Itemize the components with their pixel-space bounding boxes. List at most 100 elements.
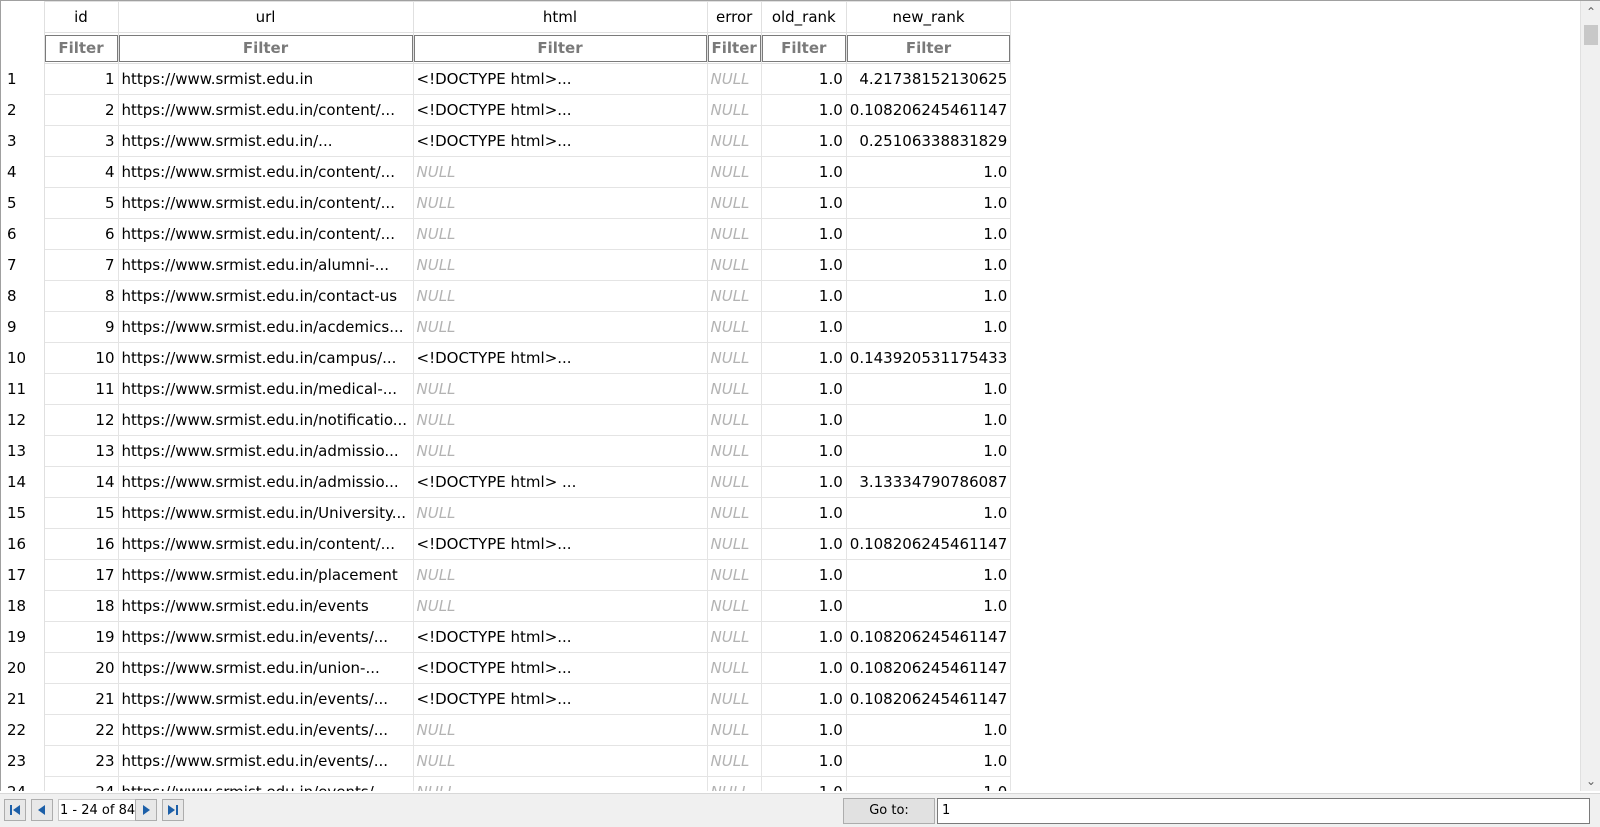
cell-url[interactable]: https://www.srmist.edu.in/acdemics... [117, 311, 414, 343]
row-number[interactable]: 3 [1, 125, 45, 157]
row-number[interactable]: 12 [1, 404, 45, 436]
cell-error[interactable]: NULL [706, 683, 762, 715]
table-row[interactable]: 12 12 https://www.srmist.edu.in/notificati… [1, 404, 1012, 436]
cell-old-rank[interactable]: 1.0 [760, 125, 847, 157]
cell-html[interactable]: <!DOCTYPE html>... [412, 94, 708, 126]
cell-id[interactable]: 13 [43, 435, 119, 467]
row-number[interactable]: 6 [1, 218, 45, 250]
cell-old-rank[interactable]: 1.0 [760, 683, 847, 715]
cell-id[interactable]: 10 [43, 342, 119, 374]
column-header-old-rank[interactable]: old_rank [760, 1, 847, 33]
cell-error[interactable]: NULL [706, 776, 762, 791]
row-number[interactable]: 2 [1, 94, 45, 126]
cell-old-rank[interactable]: 1.0 [760, 590, 847, 622]
cell-url[interactable]: https://www.srmist.edu.in/events/... [117, 714, 414, 746]
cell-html[interactable]: NULL [412, 249, 708, 281]
table-row[interactable]: 21 21 https://www.srmist.edu.in/events/...… [1, 683, 1012, 715]
goto-input[interactable]: 1 [937, 798, 1590, 824]
filter-input-url[interactable]: Filter [119, 34, 412, 62]
cell-new-rank[interactable]: 1.0 [845, 373, 1012, 405]
cell-error[interactable]: NULL [706, 342, 762, 374]
table-row[interactable]: 3 3 https://www.srmist.edu.in/... <!DOCTYPE… [1, 125, 1012, 157]
filter-input-id[interactable]: Filter [45, 34, 117, 62]
data-grid[interactable]: id url html error old_rank new_rank Filter Fil… [0, 0, 1600, 791]
cell-html[interactable]: NULL [412, 156, 708, 188]
cell-url[interactable]: https://www.srmist.edu.in/events/... [117, 621, 414, 653]
vertical-scrollbar[interactable]: ⌃ ⌄ [1580, 1, 1600, 791]
table-row[interactable]: 14 14 https://www.srmist.edu.in/admissio..… [1, 466, 1012, 498]
table-row[interactable]: 4 4 https://www.srmist.edu.in/content/... N… [1, 156, 1012, 188]
cell-url[interactable]: https://www.srmist.edu.in/union-... [117, 652, 414, 684]
cell-url[interactable]: https://www.srmist.edu.in/events [117, 590, 414, 622]
cell-error[interactable]: NULL [706, 621, 762, 653]
row-number[interactable]: 17 [1, 559, 45, 591]
filter-input-old-rank[interactable]: Filter [762, 34, 846, 62]
table-row[interactable]: 9 9 https://www.srmist.edu.in/acdemics... N… [1, 311, 1012, 343]
table-row[interactable]: 23 23 https://www.srmist.edu.in/events/...… [1, 745, 1012, 777]
cell-old-rank[interactable]: 1.0 [760, 745, 847, 777]
cell-url[interactable]: https://www.srmist.edu.in/University... [117, 497, 414, 529]
cell-url[interactable]: https://www.srmist.edu.in [117, 63, 414, 95]
cell-old-rank[interactable]: 1.0 [760, 311, 847, 343]
cell-html[interactable]: NULL [412, 280, 708, 312]
cell-new-rank[interactable]: 1.0 [845, 249, 1012, 281]
cell-new-rank[interactable]: 1.0 [845, 776, 1012, 791]
cell-url[interactable]: https://www.srmist.edu.in/content/... [117, 156, 414, 188]
cell-new-rank[interactable]: 0.143920531175433 [845, 342, 1012, 374]
cell-new-rank[interactable]: 0.108206245461147 [845, 652, 1012, 684]
cell-id[interactable]: 21 [43, 683, 119, 715]
table-row[interactable]: 10 10 https://www.srmist.edu.in/campus/...… [1, 342, 1012, 374]
filter-input-error[interactable]: Filter [708, 34, 761, 62]
cell-id[interactable]: 11 [43, 373, 119, 405]
cell-new-rank[interactable]: 1.0 [845, 590, 1012, 622]
cell-error[interactable]: NULL [706, 497, 762, 529]
cell-error[interactable]: NULL [706, 156, 762, 188]
row-number[interactable]: 10 [1, 342, 45, 374]
cell-url[interactable]: https://www.srmist.edu.in/... [117, 125, 414, 157]
cell-html[interactable]: <!DOCTYPE html>... [412, 621, 708, 653]
table-row[interactable]: 8 8 https://www.srmist.edu.in/contact-us NU… [1, 280, 1012, 312]
cell-error[interactable]: NULL [706, 187, 762, 219]
scroll-up-icon[interactable]: ⌃ [1581, 3, 1600, 21]
cell-error[interactable]: NULL [706, 373, 762, 405]
cell-id[interactable]: 12 [43, 404, 119, 436]
cell-html[interactable]: NULL [412, 776, 708, 791]
cell-html[interactable]: NULL [412, 745, 708, 777]
cell-html[interactable]: NULL [412, 404, 708, 436]
cell-id[interactable]: 15 [43, 497, 119, 529]
cell-new-rank[interactable]: 4.21738152130625 [845, 63, 1012, 95]
cell-old-rank[interactable]: 1.0 [760, 497, 847, 529]
cell-url[interactable]: https://www.srmist.edu.in/content/... [117, 187, 414, 219]
cell-id[interactable]: 17 [43, 559, 119, 591]
column-header-new-rank[interactable]: new_rank [845, 1, 1012, 33]
cell-new-rank[interactable]: 1.0 [845, 497, 1012, 529]
row-number[interactable]: 21 [1, 683, 45, 715]
row-number[interactable]: 9 [1, 311, 45, 343]
cell-old-rank[interactable]: 1.0 [760, 621, 847, 653]
cell-html[interactable]: NULL [412, 373, 708, 405]
cell-error[interactable]: NULL [706, 590, 762, 622]
cell-id[interactable]: 19 [43, 621, 119, 653]
cell-new-rank[interactable]: 1.0 [845, 745, 1012, 777]
cell-new-rank[interactable]: 1.0 [845, 559, 1012, 591]
cell-url[interactable]: https://www.srmist.edu.in/campus/... [117, 342, 414, 374]
cell-old-rank[interactable]: 1.0 [760, 776, 847, 791]
cell-id[interactable]: 9 [43, 311, 119, 343]
cell-url[interactable]: https://www.srmist.edu.in/notificatio... [117, 404, 414, 436]
cell-html[interactable]: NULL [412, 590, 708, 622]
cell-error[interactable]: NULL [706, 125, 762, 157]
cell-id[interactable]: 2 [43, 94, 119, 126]
table-row[interactable]: 5 5 https://www.srmist.edu.in/content/... N… [1, 187, 1012, 219]
cell-url[interactable]: https://www.srmist.edu.in/content/... [117, 218, 414, 250]
table-row[interactable]: 1 1 https://www.srmist.edu.in <!DOCTYPE htm… [1, 63, 1012, 95]
cell-old-rank[interactable]: 1.0 [760, 652, 847, 684]
cell-html[interactable]: NULL [412, 311, 708, 343]
cell-id[interactable]: 22 [43, 714, 119, 746]
previous-page-button[interactable] [31, 799, 53, 821]
table-row[interactable]: 11 11 https://www.srmist.edu.in/medical-..… [1, 373, 1012, 405]
cell-html[interactable]: NULL [412, 559, 708, 591]
cell-new-rank[interactable]: 0.108206245461147 [845, 621, 1012, 653]
row-number[interactable]: 13 [1, 435, 45, 467]
cell-old-rank[interactable]: 1.0 [760, 342, 847, 374]
cell-html[interactable]: NULL [412, 497, 708, 529]
